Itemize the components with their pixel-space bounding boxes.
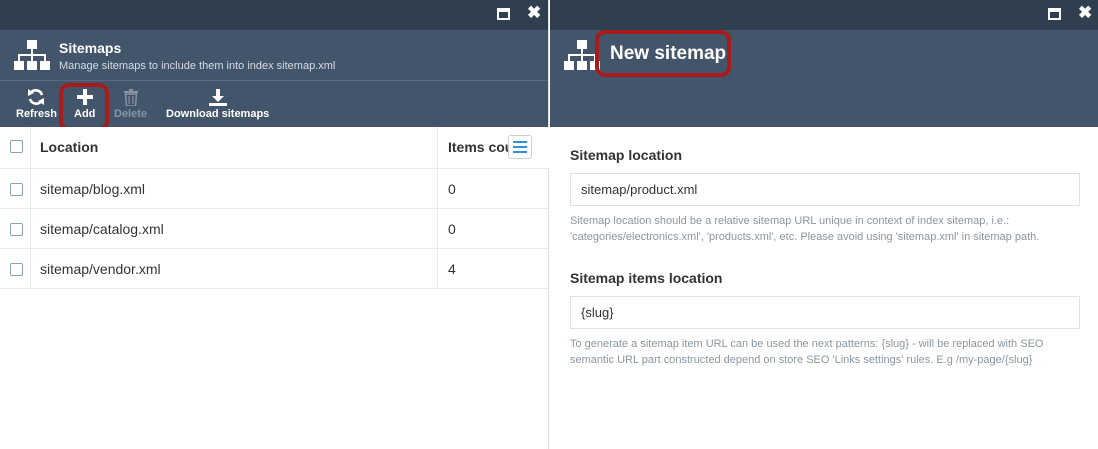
left-titlebar: ✖	[0, 0, 548, 30]
row-checkbox[interactable]	[10, 183, 23, 196]
delete-button[interactable]: Delete	[114, 86, 147, 120]
row-items-count: 0	[448, 181, 456, 197]
column-menu-button[interactable]	[508, 135, 532, 159]
right-blade-header: New sitemap	[550, 30, 1098, 127]
row-items-count: 0	[448, 221, 456, 237]
row-location: sitemap/vendor.xml	[40, 261, 161, 277]
table-row[interactable]: sitemap/blog.xml 0	[0, 169, 549, 209]
sitemaps-blade: ✖ Sitemaps Manage sitemaps to include th…	[0, 0, 549, 449]
add-highlight	[59, 83, 109, 131]
right-titlebar: ✖	[550, 0, 1098, 30]
table-row[interactable]: sitemap/catalog.xml 0	[0, 209, 549, 249]
sitemaps-grid: Location Items cou… sitemap/blog.xml 0 s…	[0, 127, 549, 289]
download-icon	[208, 88, 227, 106]
new-sitemap-form: Sitemap location sitemap/product.xml Sit…	[570, 127, 1080, 368]
download-sitemaps-button[interactable]: Download sitemaps	[166, 86, 269, 120]
sitemap-items-location-help: To generate a sitemap item URL can be us…	[570, 338, 1044, 366]
row-checkbox[interactable]	[10, 263, 23, 276]
sitemap-icon	[14, 40, 50, 70]
app: ✖ Sitemaps Manage sitemaps to include th…	[0, 0, 1098, 449]
select-all-checkbox[interactable]	[10, 140, 23, 153]
close-icon[interactable]: ✖	[527, 4, 541, 21]
row-checkbox[interactable]	[10, 223, 23, 236]
close-icon[interactable]: ✖	[1078, 4, 1092, 21]
grid-header: Location Items cou…	[0, 127, 549, 169]
column-header-location[interactable]: Location	[40, 139, 98, 155]
blade-title: Sitemaps	[59, 40, 122, 56]
maximize-icon[interactable]	[497, 8, 510, 20]
sitemap-items-location-input[interactable]: {slug}	[570, 296, 1080, 329]
download-label: Download sitemaps	[166, 108, 270, 120]
toolbar: Refresh Add Delete Download sitemaps	[0, 80, 548, 131]
left-blade-header: Sitemaps Manage sitemaps to include them…	[0, 30, 548, 80]
sitemap-location-help: Sitemap location should be a relative si…	[570, 215, 1040, 243]
trash-icon	[123, 88, 138, 106]
table-row[interactable]: sitemap/vendor.xml 4	[0, 249, 549, 289]
column-menu-icon	[513, 141, 527, 153]
delete-label: Delete	[114, 108, 148, 120]
select-all-cell	[0, 127, 31, 168]
refresh-icon	[28, 89, 45, 105]
maximize-icon[interactable]	[1048, 8, 1061, 20]
sitemap-items-location-label: Sitemap items location	[570, 270, 723, 286]
row-location: sitemap/catalog.xml	[40, 221, 164, 237]
blade-subtitle: Manage sitemaps to include them into ind…	[59, 60, 336, 72]
row-items-count: 4	[448, 261, 456, 277]
row-location: sitemap/blog.xml	[40, 181, 146, 197]
refresh-button[interactable]: Refresh	[16, 86, 57, 120]
sitemap-location-label: Sitemap location	[570, 147, 683, 163]
refresh-label: Refresh	[16, 108, 57, 120]
title-highlight	[595, 30, 731, 77]
new-sitemap-blade: ✖ New sitemap Sitemap location sitemap/p…	[550, 0, 1098, 449]
sitemap-location-input[interactable]: sitemap/product.xml	[570, 173, 1080, 206]
